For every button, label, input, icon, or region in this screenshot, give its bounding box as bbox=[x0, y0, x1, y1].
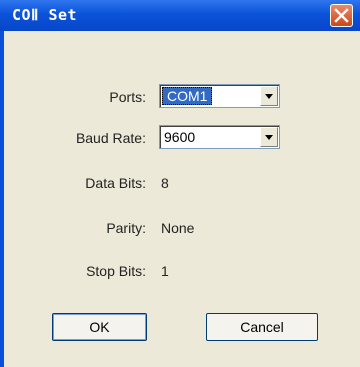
cancel-button[interactable]: Cancel bbox=[206, 313, 318, 341]
baud-rate-label: Baud Rate: bbox=[75, 130, 146, 146]
com-set-dialog: COⅡ Set Ports: COM1 Baud Rate: 9600 Data… bbox=[0, 0, 360, 367]
ports-label: Ports: bbox=[109, 89, 146, 105]
baud-rate-select[interactable]: 9600 bbox=[159, 125, 280, 149]
title-bar[interactable]: COⅡ Set bbox=[0, 0, 360, 31]
data-bits-value: 8 bbox=[161, 175, 169, 191]
stop-bits-label: Stop Bits: bbox=[86, 263, 146, 279]
window-title: COⅡ Set bbox=[12, 6, 78, 24]
chevron-down-icon bbox=[265, 94, 273, 99]
baud-rate-value: 9600 bbox=[164, 129, 196, 145]
parity-value: None bbox=[161, 220, 195, 236]
ports-dropdown-button[interactable] bbox=[260, 86, 278, 106]
data-bits-label: Data Bits: bbox=[85, 175, 146, 191]
close-button[interactable] bbox=[330, 4, 353, 27]
ports-select[interactable]: COM1 bbox=[159, 84, 280, 108]
baud-rate-dropdown-button[interactable] bbox=[260, 127, 278, 147]
ok-button[interactable]: OK bbox=[52, 313, 147, 341]
stop-bits-value: 1 bbox=[161, 263, 169, 279]
ports-value: COM1 bbox=[162, 87, 213, 105]
parity-label: Parity: bbox=[106, 220, 146, 236]
chevron-down-icon bbox=[265, 135, 273, 140]
